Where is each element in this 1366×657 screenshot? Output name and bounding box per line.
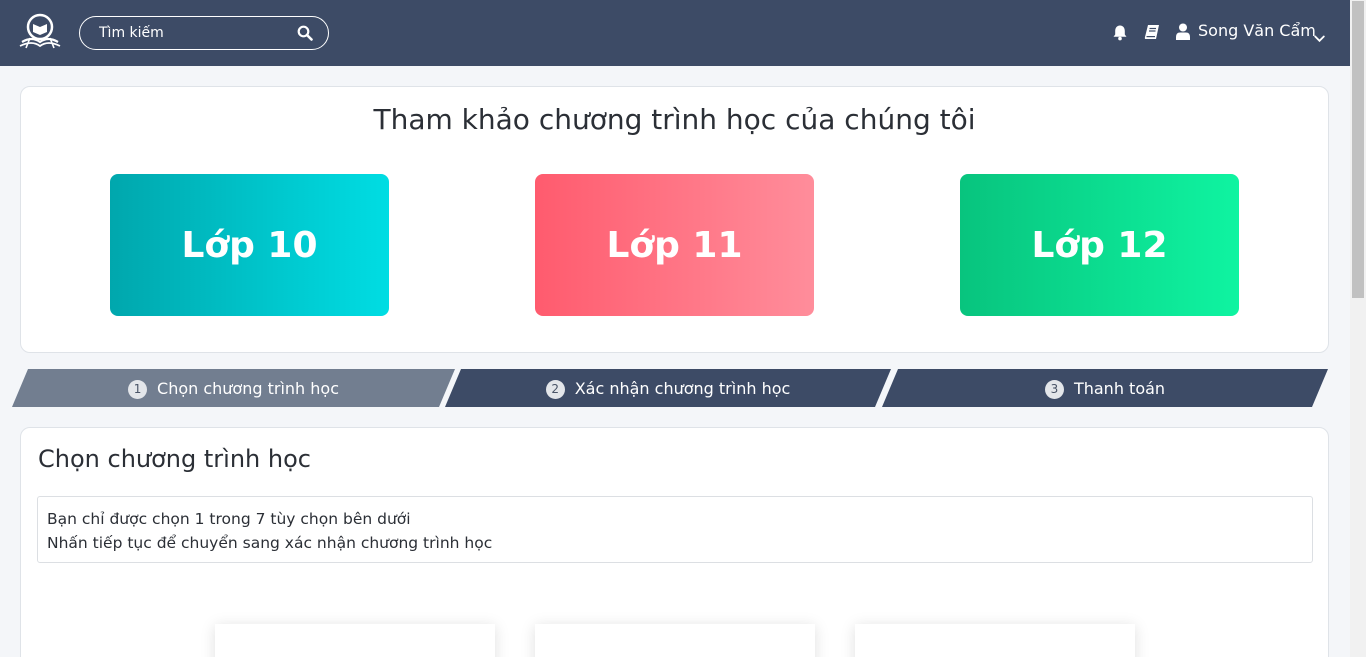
instructions-box: Bạn chỉ được chọn 1 trong 7 tùy chọn bên… — [37, 496, 1313, 563]
program-option-card[interactable] — [215, 624, 495, 657]
book-icon[interactable] — [1144, 24, 1160, 40]
step-number: 1 — [128, 380, 147, 399]
grade-10-label: Lớp 10 — [181, 224, 318, 266]
logo-icon[interactable] — [18, 12, 62, 52]
checkout-steps: 1 Chọn chương trình học 2 Xác nhận chươn… — [0, 369, 1350, 407]
step-payment[interactable]: 3 Thanh toán — [882, 369, 1328, 407]
step-label: Thanh toán — [1073, 378, 1166, 398]
search-icon[interactable] — [297, 25, 313, 41]
programs-title: Tham khảo chương trình học của chúng tôi — [373, 103, 976, 136]
step-choose-program[interactable]: 1 Chọn chương trình học — [12, 369, 455, 407]
grade-10-card[interactable]: Lớp 10 — [110, 174, 389, 316]
scrollbar-thumb[interactable] — [1352, 1, 1364, 298]
bell-icon[interactable] — [1112, 24, 1128, 41]
programs-card: Tham khảo chương trình học của chúng tôi… — [20, 86, 1329, 353]
instruction-line: Bạn chỉ được chọn 1 trong 7 tùy chọn bên… — [47, 510, 411, 528]
chevron-down-icon[interactable] — [1314, 28, 1325, 43]
user-name[interactable]: Song Văn Cẩm — [1198, 21, 1316, 40]
grade-12-card[interactable]: Lớp 12 — [960, 174, 1239, 316]
grade-11-label: Lớp 11 — [606, 224, 743, 266]
step-label: Chọn chương trình học — [157, 378, 339, 398]
program-option-card[interactable] — [535, 624, 815, 657]
instruction-line: Nhấn tiếp tục để chuyển sang xác nhận ch… — [47, 534, 493, 552]
top-navbar: Song Văn Cẩm — [0, 0, 1350, 66]
choose-program-card: Chọn chương trình học Bạn chỉ được chọn … — [20, 427, 1329, 657]
step-number: 2 — [546, 380, 565, 399]
search-box[interactable] — [79, 16, 329, 50]
page-scrollbar[interactable] — [1350, 0, 1366, 657]
grade-11-card[interactable]: Lớp 11 — [535, 174, 814, 316]
step-confirm-program[interactable]: 2 Xác nhận chương trình học — [445, 369, 891, 407]
step-label: Xác nhận chương trình học — [574, 378, 791, 398]
step-number: 3 — [1045, 380, 1064, 399]
search-input[interactable] — [99, 23, 289, 43]
section-title: Chọn chương trình học — [38, 445, 311, 473]
program-option-card[interactable] — [855, 624, 1135, 657]
grade-12-label: Lớp 12 — [1031, 224, 1168, 266]
user-icon[interactable] — [1176, 23, 1190, 40]
